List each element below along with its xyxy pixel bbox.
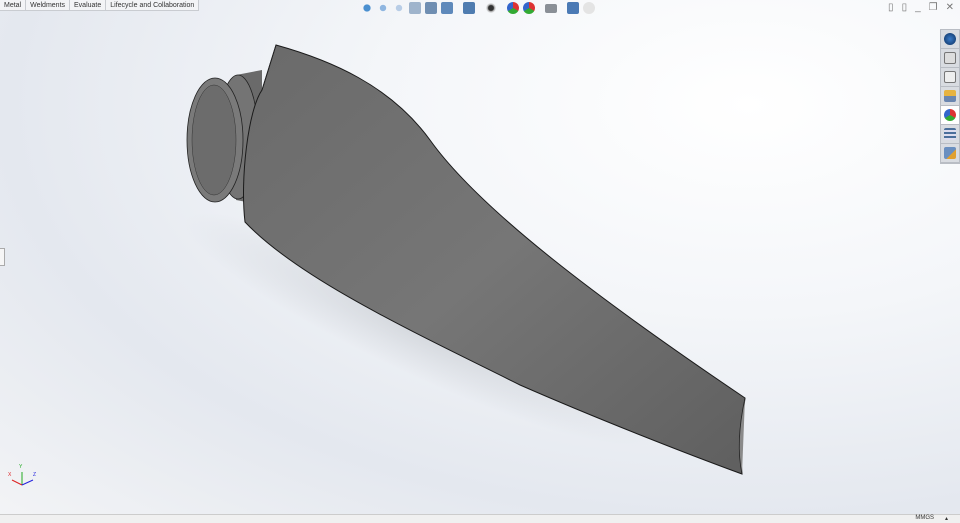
coordinate-triad: Y X Z bbox=[8, 464, 38, 489]
units-arrow-icon[interactable]: ▴ bbox=[945, 515, 948, 522]
triad-x-label: X bbox=[8, 472, 12, 478]
status-bar: MMGS ▴ bbox=[0, 514, 960, 523]
triad-y-label: Y bbox=[19, 464, 23, 470]
graphics-area-model bbox=[183, 44, 746, 475]
units-selector[interactable]: MMGS bbox=[915, 515, 934, 521]
triad-z-label: Z bbox=[33, 472, 37, 478]
